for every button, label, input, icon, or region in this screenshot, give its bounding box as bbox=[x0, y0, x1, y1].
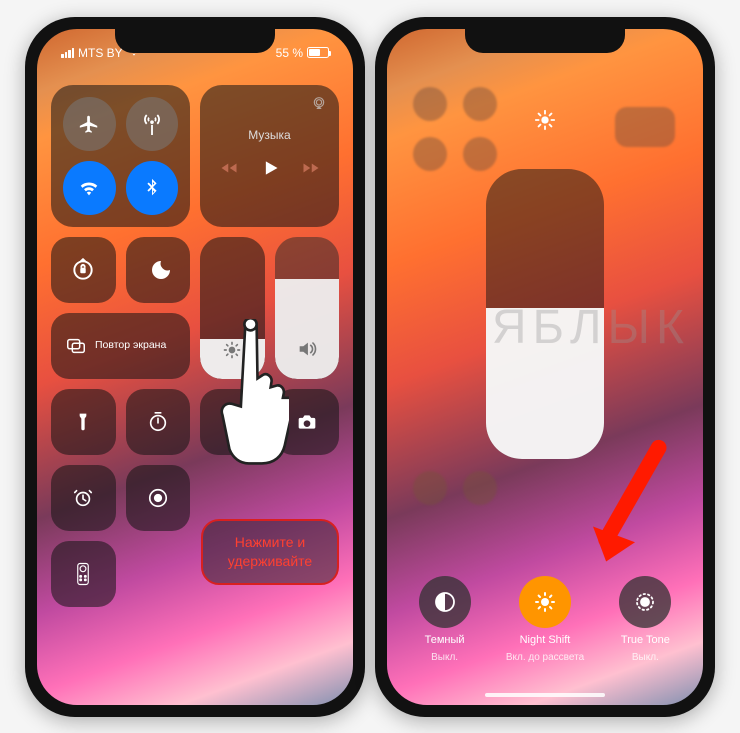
night-shift-title: Night Shift bbox=[520, 634, 571, 646]
apple-tv-remote-icon bbox=[76, 562, 90, 586]
play-button[interactable] bbox=[260, 158, 280, 183]
cellular-signal-icon bbox=[61, 48, 74, 58]
carrier-label: MTS BY bbox=[78, 46, 123, 60]
camera-button[interactable] bbox=[275, 389, 340, 455]
brightness-icon bbox=[222, 340, 242, 365]
music-label: Музыка bbox=[248, 128, 290, 142]
true-tone-title: True Tone bbox=[621, 634, 670, 646]
notch bbox=[465, 27, 625, 53]
flashlight-icon bbox=[73, 411, 93, 433]
calculator-button[interactable] bbox=[200, 389, 265, 455]
battery-percent: 55 % bbox=[276, 46, 303, 60]
notch bbox=[115, 27, 275, 53]
dark-mode-subtitle: Выкл. bbox=[431, 652, 458, 663]
screen-control-center: MTS BY 55 % bbox=[37, 29, 353, 705]
timer-button[interactable] bbox=[126, 389, 191, 455]
rotation-lock-icon bbox=[70, 257, 96, 283]
cellular-data-toggle[interactable] bbox=[126, 97, 179, 151]
night-shift-icon bbox=[533, 590, 557, 614]
flashlight-button[interactable] bbox=[51, 389, 116, 455]
true-tone-subtitle: Выкл. bbox=[632, 652, 659, 663]
phone-frame-left: MTS BY 55 % bbox=[25, 17, 365, 717]
do-not-disturb-toggle[interactable] bbox=[126, 237, 191, 303]
airplay-icon[interactable] bbox=[311, 95, 327, 116]
bluetooth-toggle[interactable] bbox=[126, 161, 179, 215]
brightness-slider[interactable] bbox=[200, 237, 265, 379]
night-shift-toggle[interactable] bbox=[519, 576, 571, 628]
previous-track-icon bbox=[220, 159, 238, 177]
next-track-button[interactable] bbox=[302, 159, 320, 182]
dark-mode-toggle[interactable] bbox=[419, 576, 471, 628]
alarm-icon bbox=[72, 487, 94, 509]
dark-mode-icon bbox=[433, 590, 457, 614]
do-not-disturb-icon bbox=[146, 258, 170, 282]
dark-mode-title: Темный bbox=[425, 634, 465, 646]
wifi-toggle[interactable] bbox=[63, 161, 116, 215]
cellular-antenna-icon bbox=[141, 113, 163, 135]
true-tone-icon bbox=[633, 590, 657, 614]
rotation-lock-toggle[interactable] bbox=[51, 237, 116, 303]
screen-mirroring-label: Повтор экрана bbox=[95, 339, 166, 352]
previous-track-button[interactable] bbox=[220, 159, 238, 182]
screen-mirroring-icon bbox=[65, 335, 87, 357]
calculator-icon bbox=[222, 411, 242, 433]
instruction-hint: Нажмите и удерживайте bbox=[201, 519, 339, 585]
music-widget[interactable]: Музыка bbox=[200, 85, 339, 227]
wifi-icon bbox=[78, 177, 100, 199]
battery-icon bbox=[307, 47, 329, 58]
screen-record-icon bbox=[147, 487, 169, 509]
alarm-button[interactable] bbox=[51, 465, 116, 531]
screen-record-button[interactable] bbox=[126, 465, 191, 531]
airplane-mode-toggle[interactable] bbox=[63, 97, 116, 151]
play-icon bbox=[260, 158, 280, 178]
night-shift-subtitle: Вкл. до рассвета bbox=[506, 652, 584, 663]
screen-mirroring-button[interactable]: Повтор экрана bbox=[51, 313, 190, 379]
volume-slider[interactable] bbox=[275, 237, 340, 379]
timer-icon bbox=[147, 411, 169, 433]
apple-tv-remote-button[interactable] bbox=[51, 541, 116, 607]
screen-brightness-panel: Темный Выкл. Night Shift Вкл. до рассвет… bbox=[387, 29, 703, 705]
true-tone-toggle[interactable] bbox=[619, 576, 671, 628]
bluetooth-icon bbox=[141, 177, 163, 199]
airplane-icon bbox=[78, 113, 100, 135]
next-track-icon bbox=[302, 159, 320, 177]
brightness-slider-large[interactable] bbox=[486, 169, 604, 459]
camera-icon bbox=[295, 412, 319, 432]
home-indicator[interactable] bbox=[485, 693, 605, 697]
connectivity-group[interactable] bbox=[51, 85, 190, 227]
phone-frame-right: Темный Выкл. Night Shift Вкл. до рассвет… bbox=[375, 17, 715, 717]
volume-icon bbox=[296, 338, 318, 365]
brightness-header-icon bbox=[534, 109, 556, 136]
